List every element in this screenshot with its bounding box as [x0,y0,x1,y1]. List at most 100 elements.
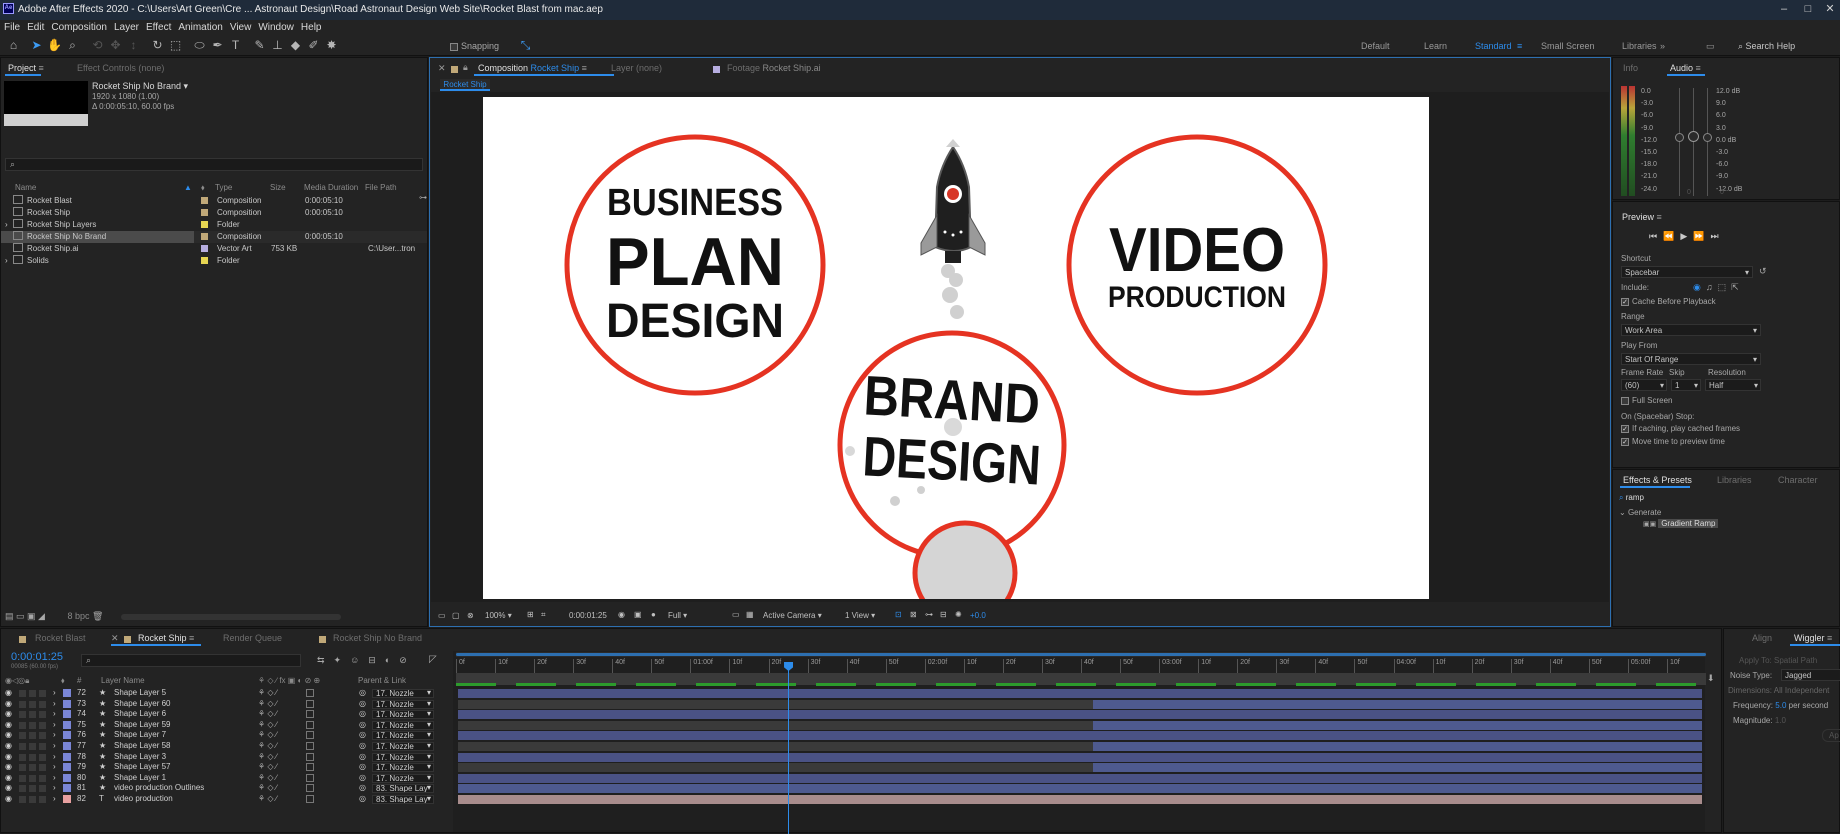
layer-row[interactable]: ◉ › 76 ★ Shape Layer 7 ⚘ ◇ ∕ ◎ 17. Nozzle ▾ [1,730,451,741]
audio-toggle[interactable] [19,700,26,708]
project-item[interactable]: Rocket Ship.ai Vector Art 753 KB C:\User...… [1,243,427,255]
home-icon[interactable]: ⌂ [6,38,21,53]
interpret-footage-icon[interactable]: ▤ [5,611,16,621]
solo-toggle[interactable] [29,753,36,761]
tab-effect-controls[interactable]: Effect Controls (none) [77,63,164,73]
sync-icon[interactable]: ▭ [1706,41,1715,52]
solo-toggle[interactable] [29,742,36,750]
layer-label-swatch[interactable] [63,773,71,782]
pickwhip-icon[interactable]: ◎ [359,688,366,699]
expand-arrow-icon[interactable]: › [53,709,56,720]
visibility-icon[interactable]: ◉ [5,794,12,805]
tab-align[interactable]: Align [1752,633,1772,643]
play-from-select[interactable]: Start Of Range ▾ [1621,353,1761,365]
draft-3d-icon[interactable]: ✦ [334,655,351,665]
bit-depth[interactable]: 8 bpc [67,611,89,621]
menu-help[interactable]: Help [297,20,325,33]
move-time-toggle[interactable]: ✓ Move time to preview time [1621,437,1725,446]
menu-window[interactable]: Window [254,20,297,33]
layer-row[interactable]: ◉ › 80 ★ Shape Layer 1 ⚘ ◇ ∕ ◎ 17. Nozzle ▾ [1,773,451,784]
snapping-toggle[interactable]: Snapping [450,41,499,51]
lock-toggle[interactable] [39,690,46,697]
layer-switches[interactable]: ⚘ ◇ ∕ [258,752,277,763]
preview-resolution-select[interactable]: Half ▾ [1705,379,1761,391]
orbit-tool-icon[interactable]: ⟲ [90,38,105,53]
col-type[interactable]: Type [215,182,232,194]
tab-audio[interactable]: Audio ≡ [1670,63,1701,73]
parent-select[interactable]: 17. Nozzle [372,752,434,762]
visibility-icon[interactable]: ◉ [5,709,12,720]
project-item[interactable]: Rocket Blast Composition 0:00:05:10 [1,195,427,207]
parent-select[interactable]: 17. Nozzle [372,773,434,783]
solo-toggle[interactable] [29,732,36,740]
pickwhip-icon[interactable]: ◎ [359,783,366,794]
pickwhip-icon[interactable]: ◎ [359,773,366,784]
switch-box[interactable] [306,784,314,793]
viewer-timecode[interactable]: 0:00:01:25 [569,611,607,620]
project-item[interactable]: Rocket Ship Composition 0:00:05:10 [1,207,427,219]
volume-knob-right[interactable] [1703,133,1712,142]
switch-box[interactable] [306,752,314,761]
cache-before-playback[interactable]: ✓ Cache Before Playback [1621,297,1716,306]
tab-effects-presets[interactable]: Effects & Presets [1623,475,1692,485]
noise-type-select[interactable]: Jagged [1781,669,1840,681]
label-swatch[interactable] [201,209,208,216]
solo-toggle[interactable] [29,764,36,772]
solo-toggle[interactable] [29,711,36,719]
tab-layer[interactable]: Layer (none) [611,63,662,73]
rotate-tool-icon[interactable]: ↻ [150,38,165,53]
shortcut-select[interactable]: Spacebar ▾ [1621,266,1753,278]
audio-include-icon[interactable]: ♫ [1706,282,1718,292]
layer-label-swatch[interactable] [63,710,71,719]
resolution-select[interactable]: Full ▾ [668,611,687,620]
layer-label-swatch[interactable] [63,731,71,740]
minimize-icon[interactable]: – [1776,2,1792,16]
label-swatch[interactable] [201,221,208,228]
tab-render-queue[interactable]: Render Queue [223,633,282,643]
label-swatch[interactable] [201,245,208,252]
time-navigator[interactable] [456,652,1706,657]
tab-footage[interactable]: Footage Rocket Ship.ai [727,63,821,73]
pan-tool-icon[interactable]: ✥ [108,38,123,53]
pickwhip-icon[interactable]: ◎ [359,699,366,710]
col-parent-link[interactable]: Parent & Link [358,675,406,687]
solo-toggle[interactable] [29,700,36,708]
transparency-grid-icon[interactable]: ▦ [746,610,754,619]
label-swatch[interactable] [201,257,208,264]
lock-toggle[interactable] [39,742,46,750]
tab-libraries[interactable]: Libraries [1717,475,1752,485]
tab-rocket-blast[interactable]: Rocket Blast [35,633,86,643]
snapping-checkbox[interactable] [450,42,458,51]
project-settings-icon[interactable]: ◢ [38,611,47,621]
pickwhip-icon[interactable]: ◎ [359,741,366,752]
pickwhip-icon[interactable]: ◎ [359,709,366,720]
roto-brush-icon[interactable]: ✐ [306,38,321,53]
tab-rocket-ship-no-brand[interactable]: Rocket Ship No Brand [333,633,422,643]
visibility-icon[interactable]: ◉ [5,762,12,773]
frame-blend-icon[interactable]: ⊟ [368,655,385,665]
audio-toggle[interactable] [19,785,26,793]
menu-composition[interactable]: Composition [47,20,110,33]
show-snapshot-icon[interactable]: ▣ [634,610,642,619]
maximize-icon[interactable]: □ [1800,2,1816,16]
workspace-small-screen[interactable]: Small Screen [1541,41,1595,51]
new-comp-icon[interactable]: ▣ [27,611,38,621]
lock-toggle[interactable] [39,785,46,793]
switch-box[interactable] [306,710,314,719]
visibility-icon[interactable]: ◉ [5,688,12,699]
sort-icon[interactable]: ▲ [184,182,192,194]
menu-file[interactable]: File [0,20,23,33]
label-swatch[interactable] [201,233,208,240]
layer-row[interactable]: ◉ › 79 ★ Shape Layer 57 ⚘ ◇ ∕ ◎ 17. Nozzle ▾ [1,762,451,773]
parent-select[interactable]: 17. Nozzle [372,699,434,709]
reset-exposure-icon[interactable]: ⊟ [940,610,947,619]
flowchart-icon[interactable]: ⊶ [419,193,427,202]
parent-select[interactable]: 17. Nozzle [372,689,434,698]
solo-toggle[interactable] [29,785,36,793]
timeline-zoom-icon[interactable]: ⬇ [1707,673,1715,684]
workspace-libraries[interactable]: Libraries [1622,41,1657,51]
tab-info[interactable]: Info [1623,63,1638,73]
layer-switches[interactable]: ⚘ ◇ ∕ [258,762,277,773]
audio-toggle[interactable] [19,732,26,740]
workspace-menu-icon[interactable]: ≡ [1517,41,1522,51]
